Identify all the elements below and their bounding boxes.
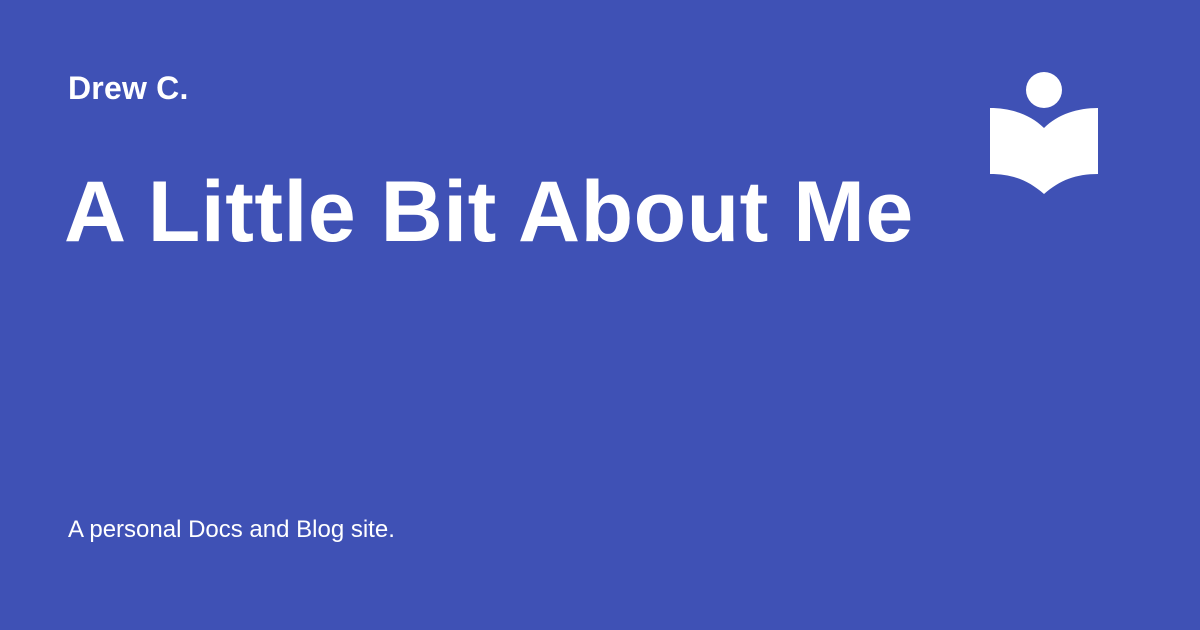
page-title: A Little Bit About Me — [64, 164, 914, 260]
site-name: Drew C. — [68, 70, 189, 106]
site-description: A personal Docs and Blog site. — [68, 516, 395, 543]
social-card: Drew C. A Little Bit About Me A personal… — [0, 0, 1200, 630]
book-reader-icon — [990, 72, 1098, 194]
